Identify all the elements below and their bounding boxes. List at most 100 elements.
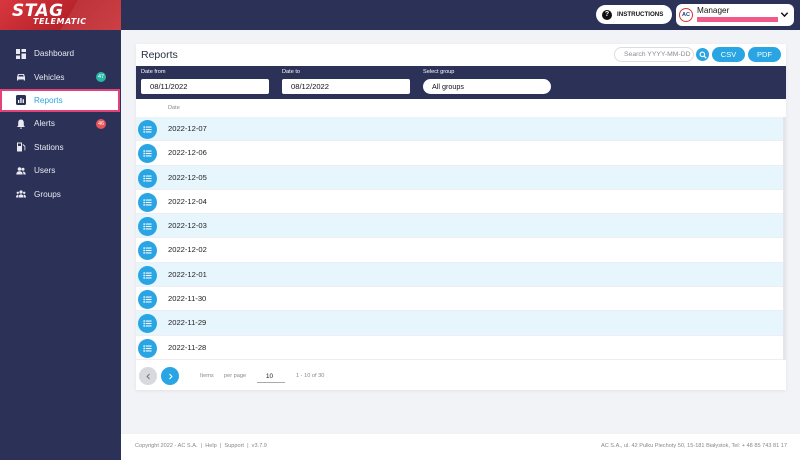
list-icon <box>143 126 152 133</box>
report-date: 2022-12-06 <box>168 148 207 158</box>
group-select[interactable]: All groups <box>423 79 551 94</box>
help-icon: ? <box>602 9 612 20</box>
items-label: Items <box>200 373 214 379</box>
footer: Copyright 2022 - AC S.A. | Help | Suppor… <box>121 434 800 460</box>
date-from-input[interactable] <box>141 79 269 94</box>
search-button[interactable] <box>696 48 709 61</box>
report-date: 2022-12-07 <box>168 124 207 133</box>
page-range: 1 - 10 of 30 <box>296 373 325 379</box>
sidebar-item-groups[interactable]: Groups <box>0 182 121 205</box>
group-select-label: Select group <box>423 69 455 75</box>
sidebar-item-users[interactable]: Users <box>0 159 121 182</box>
csv-button[interactable]: CSV <box>712 47 745 62</box>
search-input[interactable] <box>614 47 694 62</box>
reports-table-body: 2022-12-07 2022-12-06 2022-12-05 2022-12-04… <box>136 117 783 360</box>
previous-page-button[interactable] <box>139 367 157 385</box>
table-row: 2022-12-05 <box>136 165 783 190</box>
report-list-button[interactable] <box>138 314 157 334</box>
copyright-text: Copyright 2022 - AC S.A. <box>135 443 198 449</box>
footer-separator: | <box>245 443 251 449</box>
table-header: Date <box>136 103 786 117</box>
report-date: 2022-12-03 <box>168 221 207 231</box>
table-row: 2022-12-06 <box>136 141 783 166</box>
sidebar: STAG TELEMATIC Dashboard Vehicles 47 Rep… <box>0 0 121 460</box>
report-list-button[interactable] <box>138 168 157 188</box>
sidebar-item-label: Stations <box>34 142 64 152</box>
table-row: 2022-11-28 <box>136 335 783 360</box>
gas-station-icon <box>16 142 26 152</box>
report-list-button[interactable] <box>138 192 157 212</box>
pagination: Items per page 1 - 10 of 30 <box>136 366 786 388</box>
chevron-right-icon <box>168 373 173 379</box>
sidebar-item-label: Vehicles <box>34 72 65 82</box>
list-icon <box>143 320 152 328</box>
column-header-date: Date <box>168 105 180 111</box>
chevron-left-icon <box>145 373 150 379</box>
table-row: 2022-12-07 <box>136 117 783 142</box>
sidebar-item-stations[interactable]: Stations <box>0 136 121 159</box>
pdf-button[interactable]: PDF <box>748 47 781 62</box>
alerts-count-badge: 46 <box>96 118 106 129</box>
table-scrollbar[interactable] <box>783 117 786 360</box>
table-row: 2022-12-03 <box>136 214 783 239</box>
support-link[interactable]: Support <box>224 443 244 449</box>
help-link[interactable]: Help <box>205 443 217 449</box>
list-icon <box>143 199 152 206</box>
sidebar-item-vehicles[interactable]: Vehicles 47 <box>0 65 121 88</box>
report-list-button[interactable] <box>138 144 157 164</box>
date-to-input[interactable] <box>282 79 410 94</box>
logo[interactable]: STAG TELEMATIC <box>0 0 121 30</box>
user-role: Manager <box>697 6 730 15</box>
user-name-redacted <box>697 17 778 22</box>
report-list-button[interactable] <box>138 265 157 285</box>
company-address: AC S.A., ul. 42 Pulku Piechoty 50, 15-18… <box>600 443 787 449</box>
chart-icon <box>16 95 26 106</box>
instructions-button[interactable]: ? INSTRUCTIONS <box>596 5 672 24</box>
sidebar-item-label: Groups <box>34 189 61 199</box>
sidebar-item-alerts[interactable]: Alerts 46 <box>0 112 121 135</box>
report-list-button[interactable] <box>138 241 157 261</box>
list-icon <box>143 296 152 303</box>
report-list-button[interactable] <box>138 290 157 310</box>
report-date: 2022-12-01 <box>168 269 207 279</box>
car-icon <box>16 72 26 82</box>
dashboard-icon <box>16 48 26 59</box>
sidebar-item-label: Alerts <box>34 119 55 129</box>
instructions-label: INSTRUCTIONS <box>617 11 664 18</box>
sidebar-item-reports[interactable]: Reports <box>0 88 120 113</box>
per-page-input[interactable] <box>257 370 285 383</box>
date-to-label: Date to <box>282 69 301 75</box>
sidebar-item-label: Reports <box>34 95 63 105</box>
search-icon <box>699 51 707 59</box>
sidebar-nav: Dashboard Vehicles 47 Reports Alerts 46 … <box>0 42 121 206</box>
table-row: 2022-12-04 <box>136 189 783 215</box>
logo-sub-text: TELEMATIC <box>33 17 87 26</box>
report-list-button[interactable] <box>138 217 157 237</box>
list-icon <box>143 272 152 279</box>
bell-icon <box>16 119 26 129</box>
report-list-button[interactable] <box>138 338 157 358</box>
user-menu[interactable]: AC Manager <box>676 4 794 26</box>
groups-icon <box>16 189 26 199</box>
top-bar: ? INSTRUCTIONS AC Manager <box>121 0 800 30</box>
list-icon <box>143 247 152 255</box>
date-from-label: Date from <box>141 69 166 75</box>
users-icon <box>16 166 26 176</box>
table-row: 2022-11-30 <box>136 287 783 312</box>
sidebar-item-dashboard[interactable]: Dashboard <box>0 42 121 65</box>
report-date: 2022-12-02 <box>168 245 207 255</box>
chevron-down-icon <box>780 12 789 18</box>
list-icon <box>143 345 152 352</box>
footer-separator: | <box>218 443 223 449</box>
sidebar-item-label: Users <box>34 166 56 176</box>
next-page-button[interactable] <box>161 367 179 385</box>
footer-links: Copyright 2022 - AC S.A. | Help | Suppor… <box>135 443 267 449</box>
page-title: Reports <box>141 49 178 61</box>
report-date: 2022-12-04 <box>168 196 207 206</box>
report-list-button[interactable] <box>138 120 157 139</box>
table-row: 2022-11-29 <box>136 311 783 336</box>
sidebar-item-label: Dashboard <box>34 49 75 59</box>
avatar: AC <box>679 8 693 22</box>
list-icon <box>143 223 152 230</box>
footer-separator: | <box>199 443 204 449</box>
